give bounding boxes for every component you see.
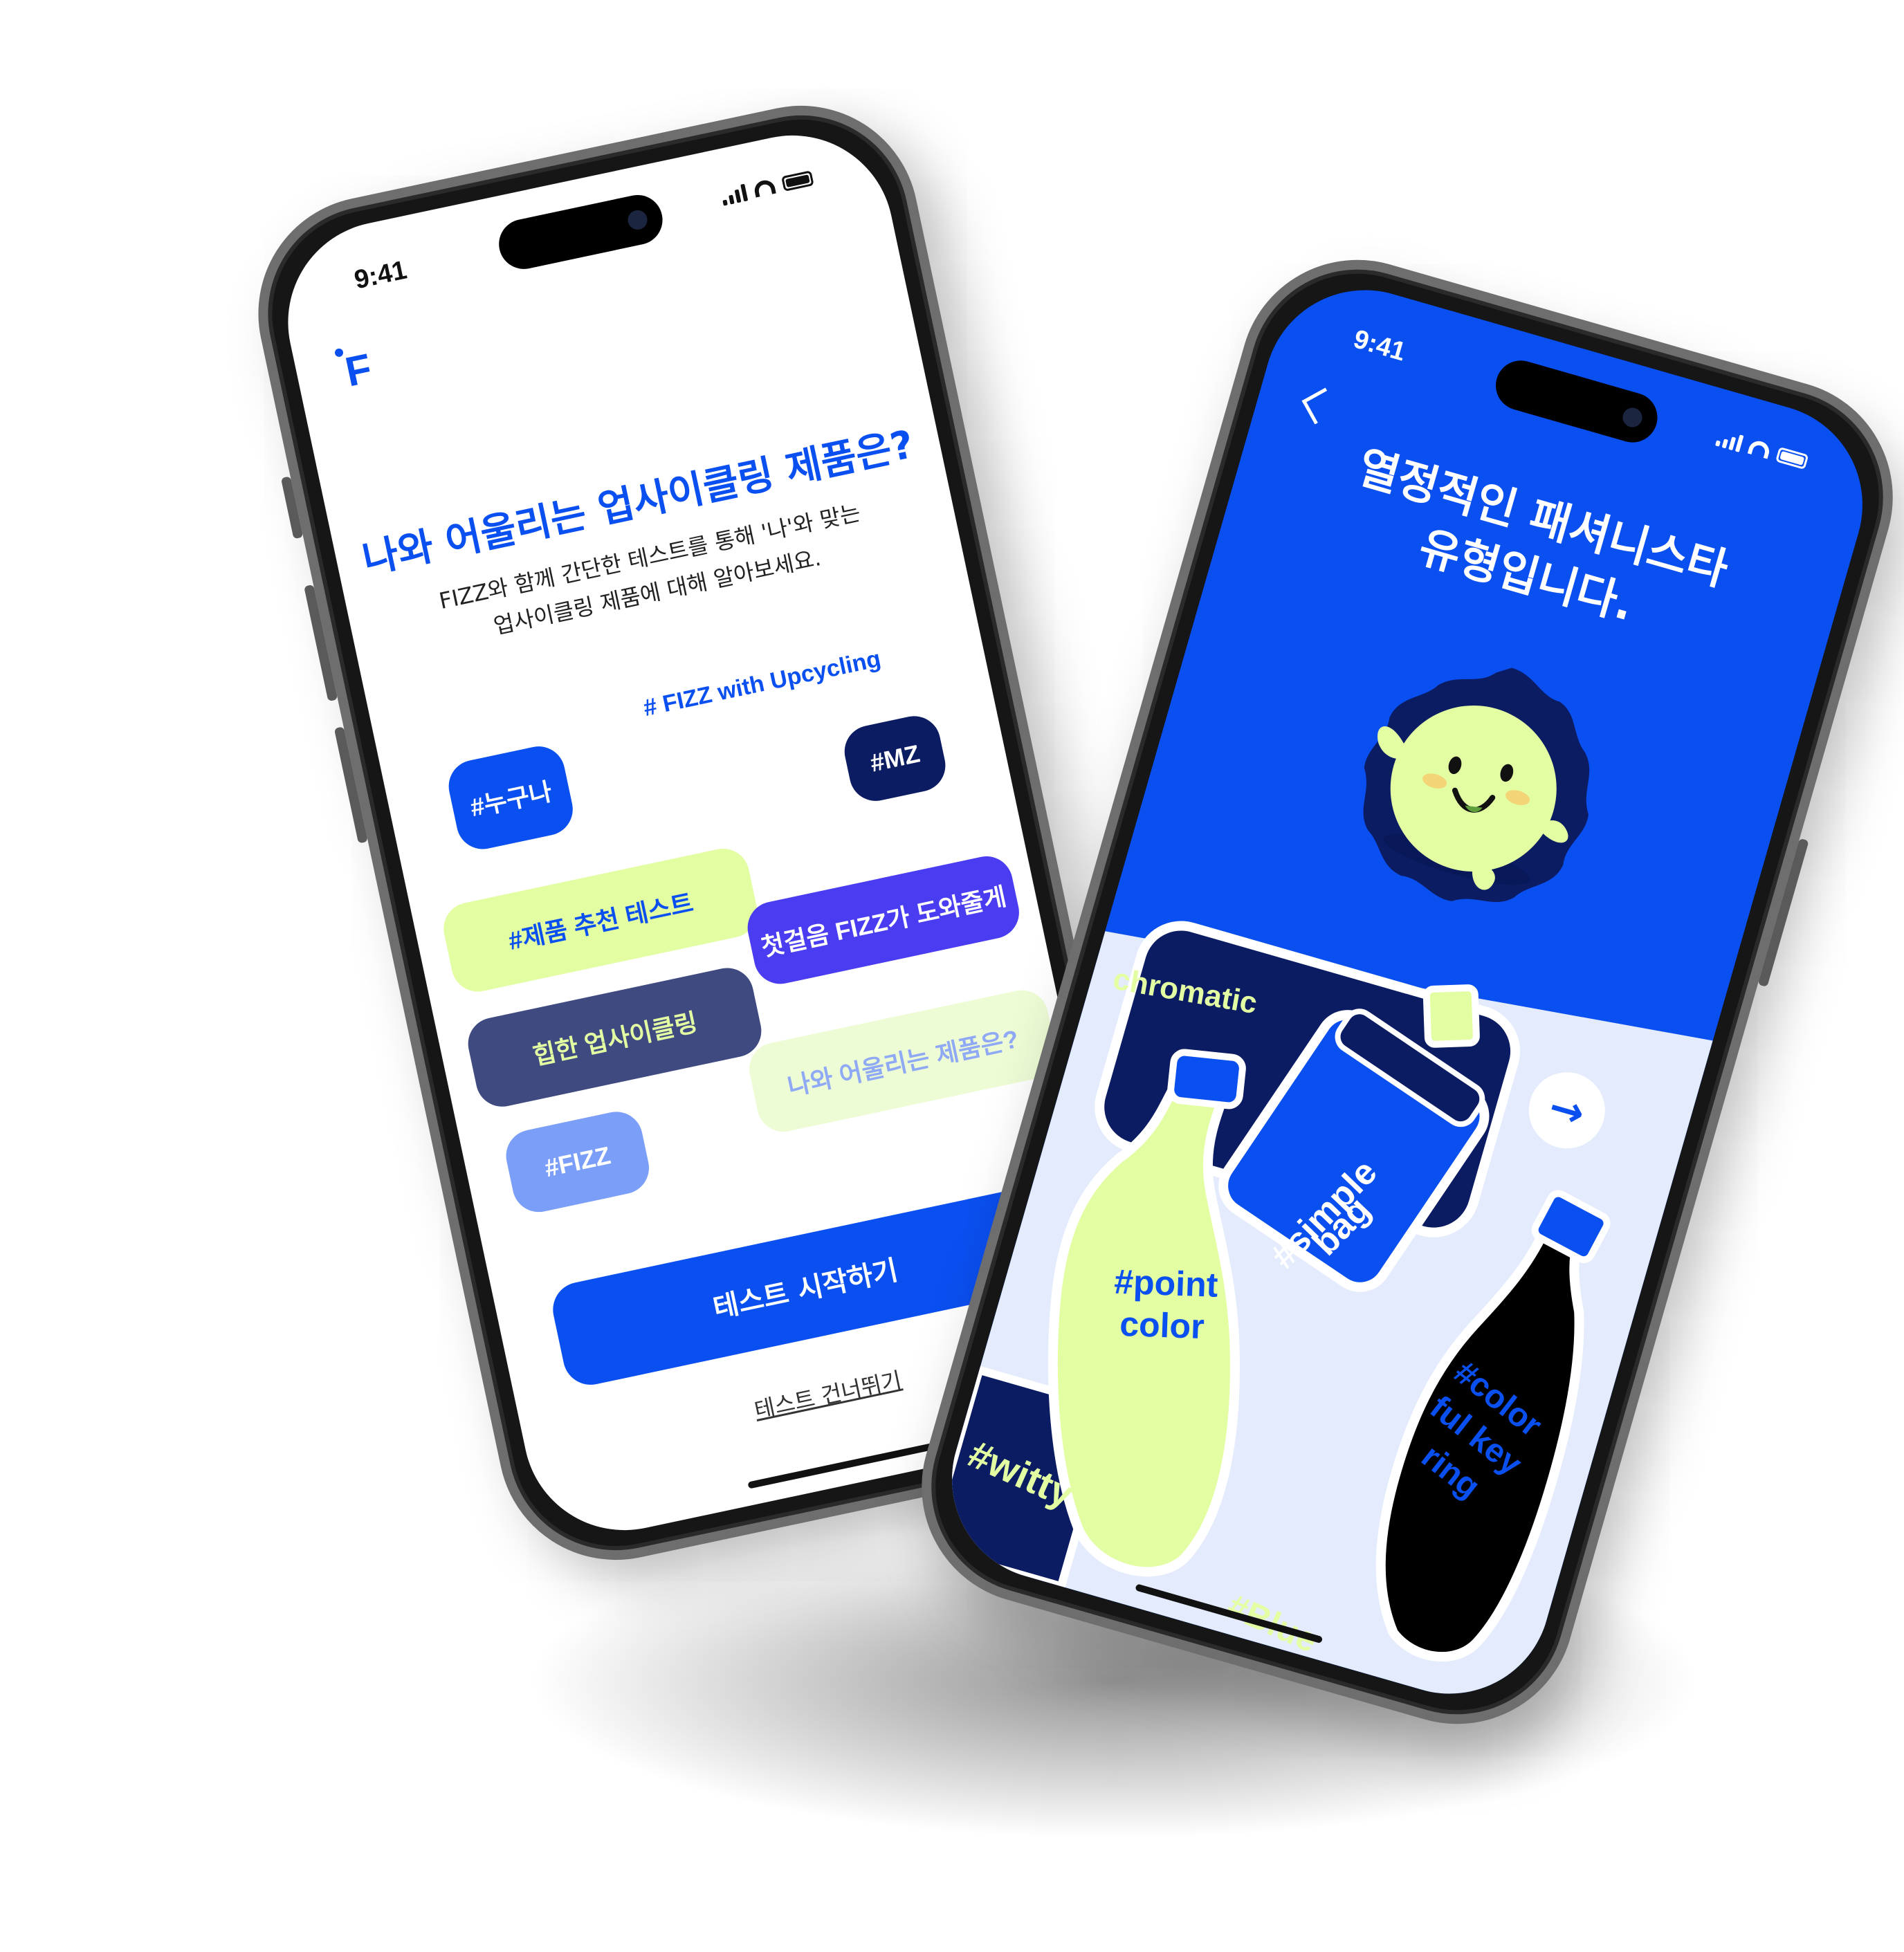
result-screen: 9:41 열정적인 패셔니스타 유형입니다. chromatic #simple… [928, 266, 1887, 1718]
dynamic-island [1490, 354, 1664, 449]
tag-everyone: #누구나 [443, 742, 578, 854]
sticker-point-color-line1: #point [1113, 1262, 1219, 1305]
cellular-signal-icon [1714, 428, 1744, 452]
power-button [1757, 838, 1809, 988]
tag-matching-product: 나와 어울리는 제품은? [744, 985, 1061, 1137]
battery-icon [781, 170, 814, 192]
status-time: 9:41 [351, 255, 410, 295]
sticker-point-color-line2: color [1119, 1304, 1205, 1347]
status-time: 9:41 [1350, 324, 1409, 367]
wifi-icon [1747, 439, 1772, 459]
volume-up-button [304, 584, 338, 702]
tag-fizz: #FIZZ [501, 1107, 654, 1217]
mute-switch [280, 476, 304, 540]
status-icons [1714, 428, 1809, 471]
battery-icon [1775, 446, 1809, 470]
dynamic-island [494, 190, 668, 274]
status-icons [720, 169, 814, 206]
mascot-character [1315, 624, 1640, 949]
chevron-left-icon[interactable] [1301, 387, 1339, 425]
hashtag-caption: # FIZZ with Upcycling [641, 645, 884, 722]
wifi-icon [752, 178, 776, 198]
point-color-cap [1167, 1049, 1246, 1109]
fizz-logo: F [341, 344, 376, 396]
arrow-right-icon: → [1543, 1082, 1591, 1139]
tag-mz: #MZ [839, 711, 951, 806]
volume-down-button [333, 726, 368, 844]
home-indicator[interactable] [747, 1442, 939, 1489]
cellular-signal-icon [720, 183, 749, 206]
tag-first-step: 첫걸음 FIZZ가 도와줄게 [742, 851, 1024, 989]
lime-tab [1422, 984, 1480, 1048]
